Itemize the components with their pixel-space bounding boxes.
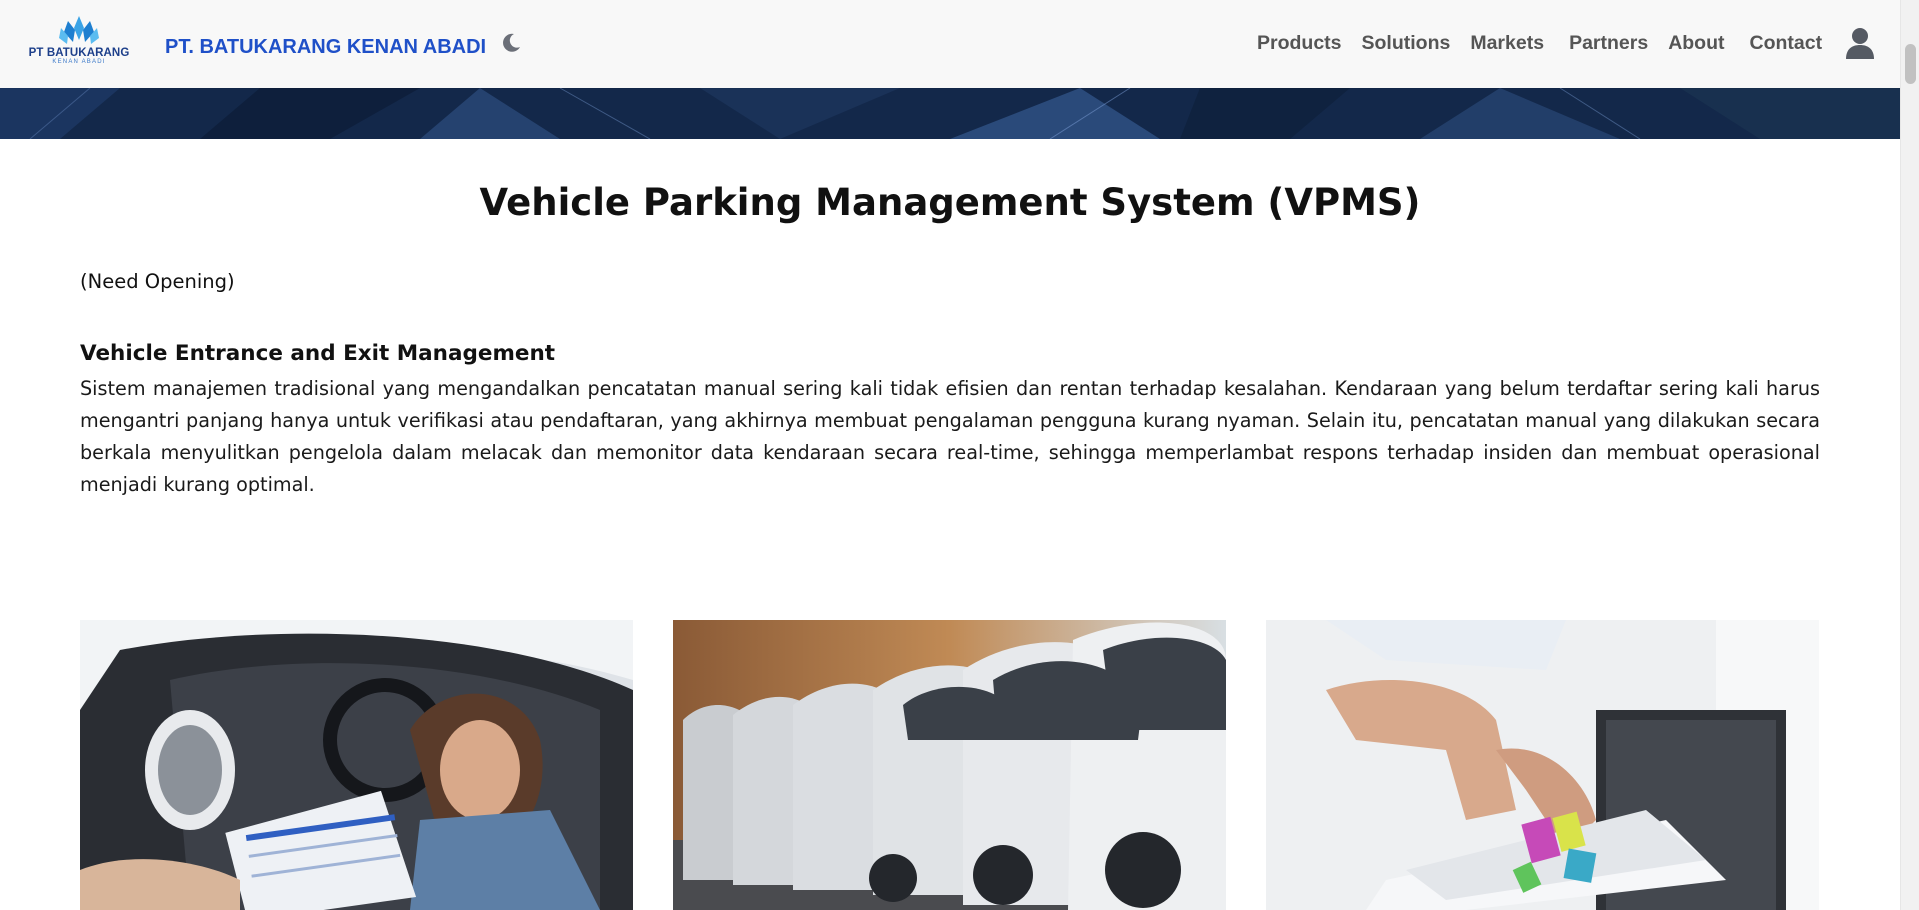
logo-text: PT BATUKARANG <box>28 47 130 59</box>
nav-partners[interactable]: Partners <box>1569 32 1648 55</box>
image-gallery <box>80 620 1820 910</box>
navbar: PT BATUKARANG KENAN ABADI PT. BATUKARANG… <box>0 0 1900 88</box>
brand-name[interactable]: PT. BATUKARANG KENAN ABADI <box>165 36 486 59</box>
theme-toggle-button[interactable] <box>500 32 522 54</box>
main-nav: Products Solutions Markets Partners Abou… <box>1257 32 1822 55</box>
logo-mark-icon <box>59 16 99 44</box>
nav-markets[interactable]: Markets <box>1470 32 1544 55</box>
nav-products[interactable]: Products <box>1257 32 1342 55</box>
moon-icon <box>503 33 520 52</box>
woman-in-car-clipboard-photo <box>80 620 633 910</box>
section-body: Sistem manajemen tradisional yang mengan… <box>80 377 1820 496</box>
nav-solutions[interactable]: Solutions <box>1362 32 1451 55</box>
parked-cars-row-photo <box>673 620 1226 910</box>
page: PT BATUKARANG KENAN ABADI PT. BATUKARANG… <box>0 0 1919 910</box>
logo-subtext: KENAN ABADI <box>52 59 106 65</box>
user-icon <box>1846 28 1874 59</box>
hands-sorting-papers-photo <box>1266 620 1819 910</box>
nav-about[interactable]: About <box>1668 32 1724 55</box>
opening-text: (Need Opening) <box>80 270 235 293</box>
page-title: Vehicle Parking Management System (VPMS) <box>479 181 1421 224</box>
nav-contact[interactable]: Contact <box>1750 32 1823 55</box>
company-logo[interactable]: PT BATUKARANG KENAN ABADI <box>22 16 136 70</box>
scrollbar-thumb[interactable] <box>1905 44 1916 84</box>
page-scrollbar[interactable] <box>1900 0 1919 910</box>
section-heading: Vehicle Entrance and Exit Management <box>80 341 556 366</box>
account-button[interactable] <box>1845 27 1875 59</box>
